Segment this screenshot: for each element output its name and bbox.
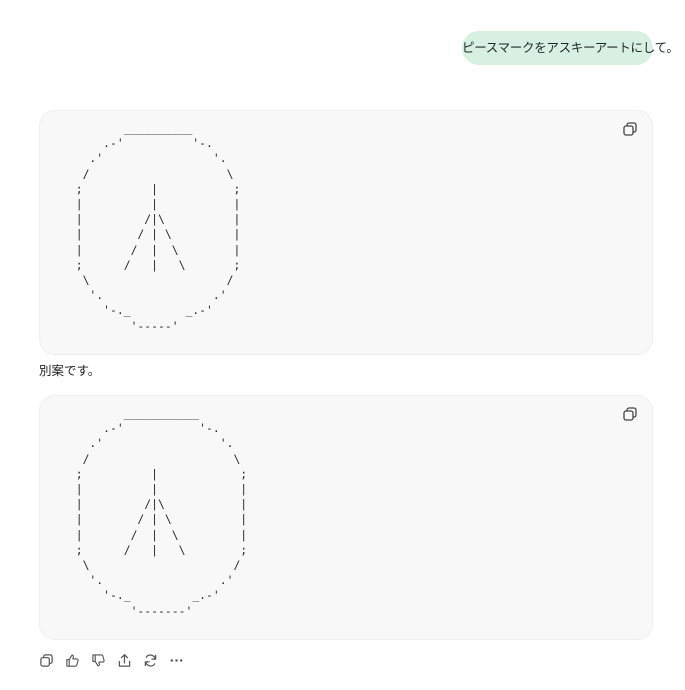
copy-icon	[623, 407, 637, 421]
assistant-text: 別案です。	[39, 363, 101, 378]
regenerate-button[interactable]	[142, 651, 158, 669]
thumbs-down-icon	[91, 653, 105, 666]
copy-code-button[interactable]	[622, 121, 638, 137]
share-button[interactable]	[116, 651, 132, 669]
ascii-art-code: __________ .-' '-. .' '. / \ ; | ; | | |…	[75, 121, 241, 333]
copy-icon	[39, 653, 53, 667]
code-block: ___________ .-' '-. .' '. / \ ; | ; | | …	[39, 395, 653, 640]
regenerate-icon	[144, 653, 156, 667]
copy-code-button[interactable]	[622, 406, 638, 422]
copy-icon	[623, 122, 637, 136]
ascii-art-code: ___________ .-' '-. .' '. / \ ; | ; | | …	[75, 406, 248, 618]
share-icon	[118, 653, 130, 667]
copy-message-button[interactable]	[38, 651, 54, 669]
user-message-bubble: ピースマークをアスキーアートにして。	[462, 31, 679, 65]
thumbs-down-button[interactable]	[90, 651, 106, 669]
thumbs-up-icon	[65, 654, 79, 667]
code-block: __________ .-' '-. .' '. / \ ; | ; | | |…	[39, 110, 653, 355]
more-options-button[interactable]	[168, 651, 184, 669]
message-action-bar	[38, 651, 184, 669]
more-icon	[170, 658, 182, 662]
thumbs-up-button[interactable]	[64, 651, 80, 669]
